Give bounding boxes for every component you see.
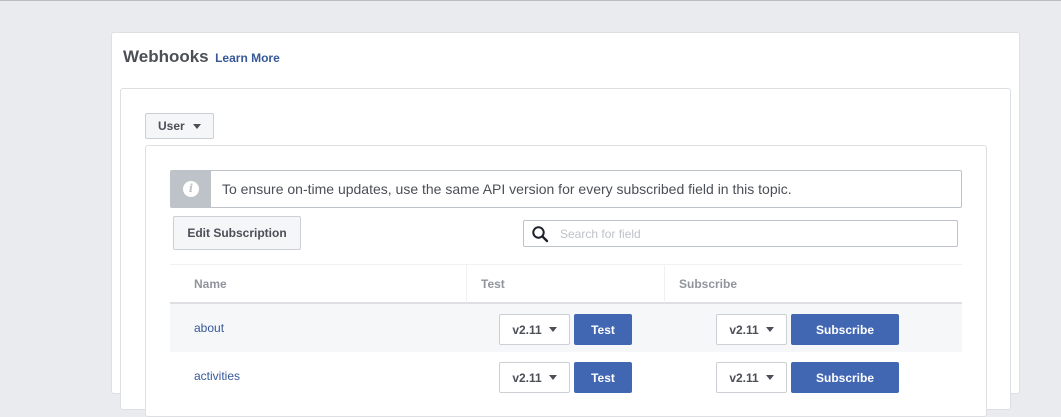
test-button[interactable]: Test [574,362,632,393]
topic-dropdown-value: User [158,119,185,133]
subscribe-button[interactable]: Subscribe [791,362,899,393]
page-title: Webhooks [123,47,209,66]
column-header-name: Name [194,277,227,291]
subscribe-version-dropdown[interactable]: v2.11 [716,314,787,345]
chevron-down-icon [193,123,201,129]
fields-box: i To ensure on-time updates, use the sam… [145,145,987,417]
chevron-down-icon [548,327,557,332]
topic-dropdown[interactable]: User [145,113,214,139]
chevron-down-icon [548,375,557,380]
table-row: about v2.11 Test v2.11 Subscribe [170,304,962,352]
learn-more-link[interactable]: Learn More [215,51,280,65]
subscribe-button[interactable]: Subscribe [791,314,899,345]
column-header-subscribe: Subscribe [664,265,962,303]
version-label: v2.11 [729,370,759,385]
search-input[interactable] [556,222,957,245]
version-label: v2.11 [512,322,542,337]
top-border [0,0,1061,1]
webhooks-panel: Webhooks Learn More User i To ensure on-… [111,32,1020,417]
field-name[interactable]: about [194,321,224,335]
table-header: Name Test Subscribe [170,264,962,304]
subscribe-version-dropdown[interactable]: v2.11 [716,362,787,393]
version-notice: i To ensure on-time updates, use the sam… [170,170,962,208]
test-version-dropdown[interactable]: v2.11 [499,362,570,393]
field-name[interactable]: activities [194,369,240,383]
version-label: v2.11 [512,370,542,385]
info-icon: i [183,181,199,197]
notice-icon-container: i [171,171,211,207]
topic-container: User i To ensure on-time updates, use th… [120,88,1011,417]
test-button[interactable]: Test [574,314,632,345]
search-icon [524,221,556,246]
test-version-dropdown[interactable]: v2.11 [499,314,570,345]
fields-table: Name Test Subscribe about v2.11 Test v2.… [170,264,962,400]
edit-subscription-button[interactable]: Edit Subscription [173,216,301,250]
column-header-test: Test [466,265,664,303]
version-label: v2.11 [729,322,759,337]
table-row: activities v2.11 Test v2.11 Subscribe [170,352,962,400]
chevron-down-icon [765,375,774,380]
panel-header: Webhooks Learn More [123,47,280,67]
notice-text: To ensure on-time updates, use the same … [222,181,792,197]
search-field [523,220,958,247]
chevron-down-icon [765,327,774,332]
